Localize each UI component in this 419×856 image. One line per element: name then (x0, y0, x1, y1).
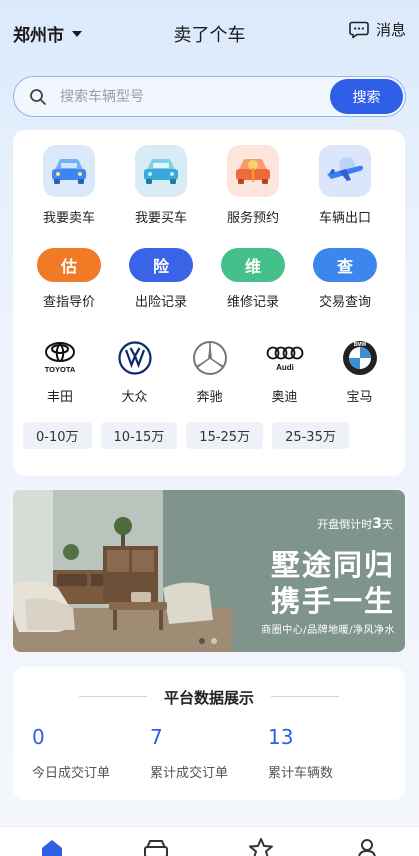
query-insurance-record[interactable]: 险 出险记录 (115, 248, 207, 310)
buy-car-icon (135, 145, 187, 197)
platform-stats-card: 平台数据展示 0 今日成交订单 7 累计成交订单 13 累计车辆数 (13, 667, 405, 800)
countdown-text: 开盘倒计时3天 (317, 516, 393, 532)
countdown-value: 3 (372, 516, 382, 532)
stat-label: 今日成交订单 (32, 766, 111, 781)
query-badge: 估 (37, 248, 101, 282)
brand-label: 奥迪 (271, 390, 298, 405)
service-label: 服务预约 (226, 211, 279, 226)
service-car-export[interactable]: 车辆出口 (299, 145, 391, 226)
stat-total-vehicles: 13 累计车辆数 (268, 725, 333, 781)
mercedes-logo-icon (192, 340, 228, 376)
bmw-logo-text: BMW (353, 342, 366, 348)
header-bar: 郑州市 卖了个车 消息 (0, 0, 419, 66)
audi-logo-icon: Audi (265, 340, 305, 376)
stat-value: 13 (268, 725, 294, 749)
services-card: 我要卖车 我要买车 服务预约 车辆出口 估 查指导价 险 出险记录 维 维修记录… (13, 130, 405, 476)
query-badge: 维 (221, 248, 285, 282)
brand-audi[interactable]: Audi 奥迪 (247, 340, 322, 405)
countdown-unit: 天 (382, 518, 393, 531)
service-label: 我要卖车 (42, 211, 95, 226)
brand-label: 丰田 (46, 390, 73, 405)
price-range-chip[interactable]: 15-25万 (186, 422, 264, 449)
carousel-dot[interactable] (211, 638, 217, 644)
service-booking[interactable]: 服务预约 (207, 145, 299, 226)
brand-volkswagen[interactable]: 大众 (97, 340, 172, 405)
brand-label: 大众 (121, 390, 148, 405)
query-badge: 查 (313, 248, 377, 282)
tab-favorites[interactable] (248, 838, 274, 856)
chat-bubble-icon (349, 21, 369, 38)
carousel-dot-active[interactable] (199, 638, 205, 644)
carousel-indicators (199, 638, 223, 644)
toyota-logo-text: TOYOTA (45, 365, 76, 374)
banner-footer: 商圈中心/品牌地暖/净风净水 (261, 625, 395, 636)
banner-headline-2: 携手一生 (270, 584, 395, 618)
brand-label: 宝马 (346, 390, 373, 405)
car-icon (144, 840, 168, 856)
volkswagen-logo-icon (117, 340, 152, 376)
brand-row: TOYOTA 丰田 大众 奔驰 Audi 奥迪 BMW 宝马 (23, 340, 415, 405)
query-guide-price[interactable]: 估 查指导价 (23, 248, 115, 310)
search-icon (30, 89, 46, 105)
audi-logo-text: Audi (276, 363, 294, 372)
stat-today-orders: 0 今日成交订单 (32, 725, 110, 781)
stat-total-orders: 7 累计成交订单 (150, 725, 228, 781)
service-label: 我要买车 (134, 211, 187, 226)
search-button[interactable]: 搜索 (330, 79, 403, 114)
brand-label: 奔驰 (196, 390, 223, 405)
brand-bmw[interactable]: BMW 宝马 (322, 340, 397, 405)
sell-car-icon (43, 145, 95, 197)
user-icon (358, 839, 376, 856)
brand-mercedes[interactable]: 奔驰 (172, 340, 247, 405)
price-range-chip[interactable]: 25-35万 (272, 422, 349, 449)
tab-profile[interactable] (356, 838, 378, 856)
service-buy-car[interactable]: 我要买车 (115, 145, 207, 226)
countdown-prefix: 开盘倒计时 (317, 518, 373, 531)
star-icon (249, 838, 273, 856)
search-bar: 搜索 (13, 76, 406, 117)
car-export-icon (319, 145, 371, 197)
toyota-logo-icon: TOYOTA (35, 340, 85, 376)
services-row: 我要卖车 我要买车 服务预约 车辆出口 (23, 145, 415, 226)
query-label: 出险记录 (134, 295, 187, 310)
price-range-chip[interactable]: 10-15万 (100, 422, 178, 449)
promo-banner[interactable]: 开盘倒计时3天 墅途同归 携手一生 商圈中心/品牌地暖/净风净水 (13, 490, 405, 652)
search-input[interactable] (60, 86, 320, 108)
stat-value: 7 (150, 725, 163, 749)
service-booking-icon (227, 145, 279, 197)
price-range-chip[interactable]: 0-10万 (23, 422, 92, 449)
title-divider-right (271, 696, 339, 697)
tab-home[interactable] (40, 838, 64, 856)
stats-title: 平台数据展示 (163, 689, 254, 707)
messages-button[interactable]: 消息 (349, 19, 406, 40)
service-label: 车辆出口 (318, 211, 371, 226)
query-maintenance-record[interactable]: 维 维修记录 (207, 248, 299, 310)
query-badge: 险 (129, 248, 193, 282)
service-sell-car[interactable]: 我要卖车 (23, 145, 115, 226)
messages-label: 消息 (375, 21, 406, 39)
bottom-tab-bar (0, 826, 419, 856)
bmw-logo-icon: BMW (342, 340, 378, 376)
tab-cars[interactable] (143, 838, 169, 856)
brand-toyota[interactable]: TOYOTA 丰田 (23, 340, 97, 405)
stat-value: 0 (32, 725, 45, 749)
price-range-row: 0-10万 10-15万 15-25万 25-35万 (23, 422, 358, 449)
stat-label: 累计车辆数 (268, 766, 334, 781)
query-label: 维修记录 (226, 295, 279, 310)
home-icon (42, 840, 62, 856)
query-row: 估 查指导价 险 出险记录 维 维修记录 查 交易查询 (23, 248, 415, 310)
stat-label: 累计成交订单 (150, 766, 229, 781)
query-label: 交易查询 (318, 295, 371, 310)
query-transaction[interactable]: 查 交易查询 (299, 248, 391, 310)
query-label: 查指导价 (42, 295, 95, 310)
